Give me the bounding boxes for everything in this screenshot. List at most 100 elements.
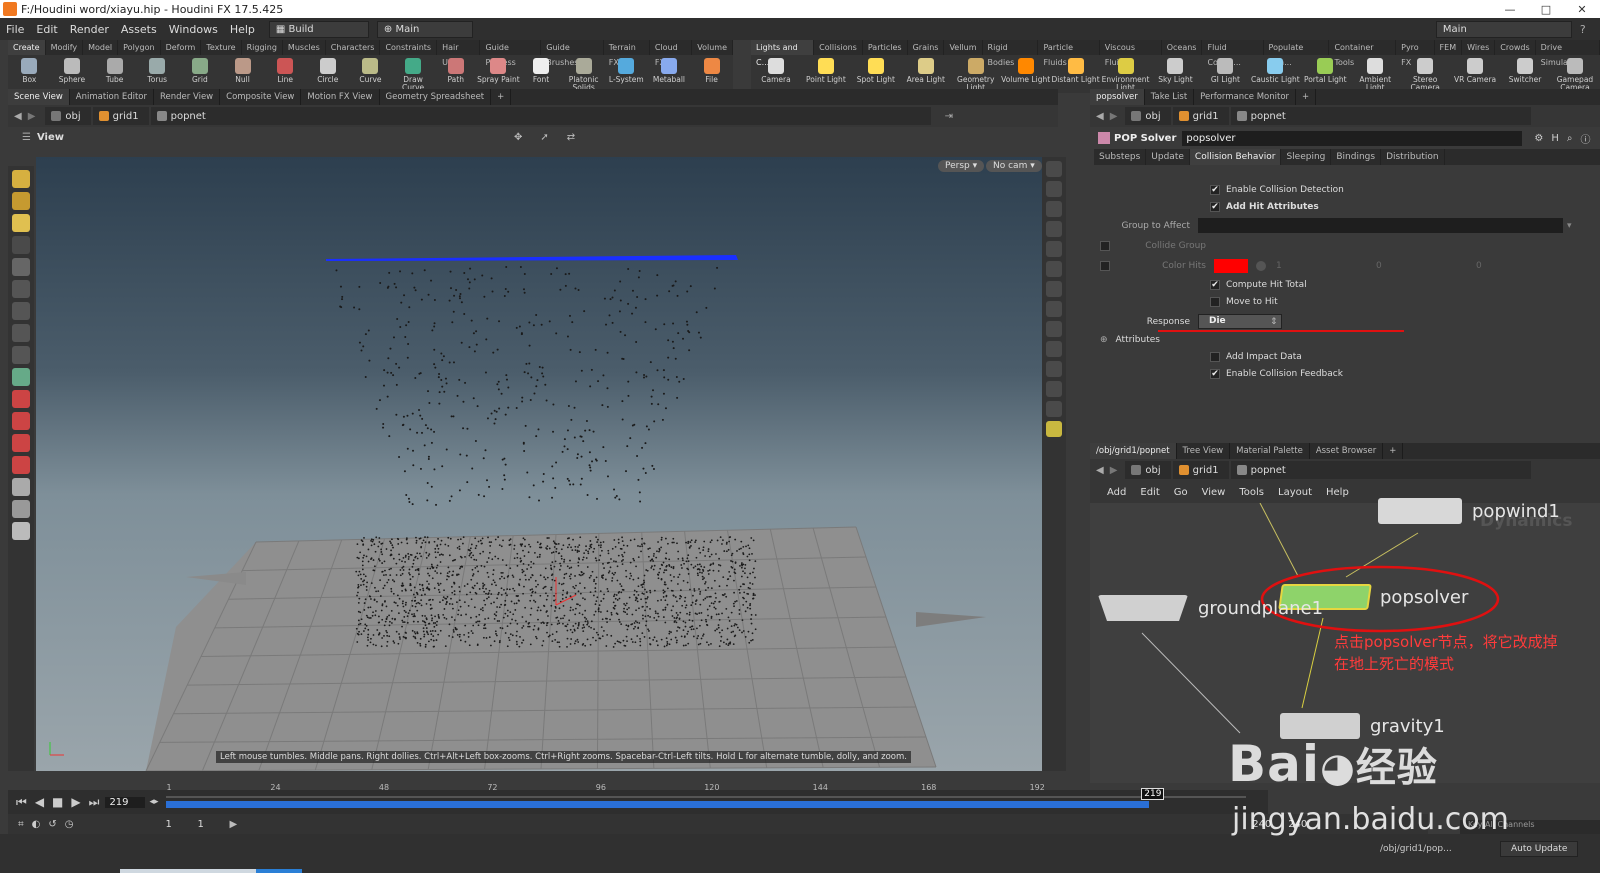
- desktop-dropdown[interactable]: ▦ Build: [268, 20, 369, 38]
- go-end-icon[interactable]: ⏭: [89, 795, 100, 810]
- add-tab-icon[interactable]: +: [1296, 89, 1317, 105]
- shelf-tab-pyro-fx[interactable]: Pyro FX: [1396, 40, 1435, 67]
- shelf-tab-guide-brushes[interactable]: Guide Brushes: [541, 40, 604, 67]
- net-back-icon[interactable]: ◀: [1096, 465, 1104, 476]
- snap-point-icon[interactable]: [12, 324, 30, 342]
- pane-tab-motion-fx-view[interactable]: Motion FX View: [301, 89, 380, 105]
- color-hits-checkbox[interactable]: [1100, 260, 1110, 271]
- main-dropdown[interactable]: ⊕ Main: [376, 20, 473, 38]
- audio-icon[interactable]: ◐: [32, 819, 41, 830]
- group-field[interactable]: [1198, 218, 1563, 233]
- add-tab-icon[interactable]: +: [491, 89, 512, 105]
- color-b-field[interactable]: 0: [1476, 261, 1576, 271]
- pane-tab-animation-editor[interactable]: Animation Editor: [70, 89, 154, 105]
- tool-line[interactable]: Line: [264, 55, 307, 84]
- param-crumb-obj[interactable]: obj: [1125, 107, 1171, 125]
- lock-icon[interactable]: [12, 258, 30, 276]
- pane-tab-render-view[interactable]: Render View: [154, 89, 221, 105]
- compute-hit-row[interactable]: ✔ Compute Hit Total: [1210, 276, 1307, 293]
- tool-geometry-light[interactable]: Geometry Light: [951, 55, 1001, 92]
- loop-icon[interactable]: ↺: [48, 819, 56, 830]
- shelf-tab-modify[interactable]: Modify: [46, 40, 84, 55]
- shelf-tab-deform[interactable]: Deform: [161, 40, 202, 55]
- select-tool-icon[interactable]: ✥: [514, 132, 522, 143]
- compute-hit-checkbox[interactable]: ✔: [1210, 279, 1220, 290]
- gear-icon[interactable]: ⚙: [1534, 133, 1543, 144]
- tool-spot-light[interactable]: Spot Light: [851, 55, 901, 84]
- tool-spray-paint[interactable]: Spray Paint: [477, 55, 520, 84]
- camera-menu[interactable]: No cam ▾: [986, 160, 1042, 172]
- crumb-popnet[interactable]: popnet: [150, 107, 931, 125]
- pane-tab-tree-view[interactable]: Tree View: [1177, 443, 1231, 459]
- pane-tab-popsolver[interactable]: popsolver: [1090, 89, 1145, 105]
- net-crumb-obj[interactable]: obj: [1125, 461, 1171, 479]
- tool-circle[interactable]: Circle: [306, 55, 349, 84]
- layout-icon[interactable]: [1046, 421, 1062, 437]
- shelf-tab-particles[interactable]: Particles: [863, 40, 908, 55]
- tool-draw-curve[interactable]: Draw Curve: [392, 55, 435, 92]
- subtab-distribution[interactable]: Distribution: [1381, 149, 1445, 165]
- stop-icon[interactable]: ■: [52, 795, 63, 809]
- tool-caustic-light[interactable]: Caustic Light: [1250, 55, 1300, 84]
- attributes-folder[interactable]: ⊕ Attributes: [1100, 331, 1160, 348]
- auto-update-button[interactable]: Auto Update: [1500, 841, 1579, 857]
- enable-feedback-checkbox[interactable]: ✔: [1210, 368, 1220, 379]
- shelf-tab-populate-con[interactable]: Populate Con...: [1264, 40, 1330, 67]
- menu-windows[interactable]: Windows: [163, 23, 224, 36]
- tool-tube[interactable]: Tube: [93, 55, 136, 84]
- subtab-substeps[interactable]: Substeps: [1094, 149, 1147, 165]
- pane-tab-material-palette[interactable]: Material Palette: [1230, 443, 1310, 459]
- shelf-tab-guide-process[interactable]: Guide Process: [480, 40, 542, 67]
- tool-ambient-light[interactable]: Ambient Light: [1350, 55, 1400, 92]
- color-r-field[interactable]: 1: [1276, 261, 1376, 271]
- add-impact-row[interactable]: Add Impact Data: [1210, 348, 1302, 365]
- snap-multi-icon[interactable]: [12, 346, 30, 364]
- tool-null[interactable]: Null: [221, 55, 264, 84]
- shelf-tab-lights-and-c[interactable]: Lights and C...: [751, 40, 815, 67]
- shelf-tab-wires[interactable]: Wires: [1462, 40, 1496, 55]
- menu-render[interactable]: Render: [64, 23, 115, 36]
- shelf-tab-rigid-bodies[interactable]: Rigid Bodies: [983, 40, 1039, 67]
- shelf-tab-constraints[interactable]: Constraints: [380, 40, 438, 55]
- back-arrow-icon[interactable]: ◀: [14, 111, 22, 122]
- snap-grid-icon[interactable]: [12, 302, 30, 320]
- step-arrows-icon[interactable]: ◂▸: [149, 797, 158, 807]
- tool-font[interactable]: Font: [520, 55, 563, 84]
- timeline-bar[interactable]: 1 24 48 72 96 120 144 168 192 219: [166, 783, 1247, 812]
- shelf-tab-rigging[interactable]: Rigging: [242, 40, 283, 55]
- safe-area-icon[interactable]: [1046, 381, 1062, 397]
- subtab-bindings[interactable]: Bindings: [1331, 149, 1382, 165]
- shelf-tab-polygon[interactable]: Polygon: [118, 40, 161, 55]
- tool-volume-light[interactable]: Volume Light: [1001, 55, 1051, 84]
- go-start-icon[interactable]: ⏮: [16, 795, 27, 810]
- tool-file[interactable]: File: [690, 55, 733, 84]
- param-back-icon[interactable]: ◀: [1096, 111, 1104, 122]
- pane-tab-composite-view[interactable]: Composite View: [220, 89, 302, 105]
- net-menu-edit[interactable]: Edit: [1133, 487, 1166, 498]
- groundplane-node-body[interactable]: [1098, 595, 1188, 621]
- popwind-node[interactable]: popwind1: [1378, 498, 1560, 524]
- shelf-tab-viscous-fluids[interactable]: Viscous Fluids: [1100, 40, 1162, 67]
- shelf-tab-oceans[interactable]: Oceans: [1162, 40, 1203, 55]
- shelf-tab-fem[interactable]: FEM: [1435, 40, 1463, 55]
- groundplane-node[interactable]: groundplane1: [1098, 595, 1323, 621]
- shelf-tab-muscles[interactable]: Muscles: [283, 40, 326, 55]
- range-start2-field[interactable]: 1: [198, 819, 230, 830]
- tool-path[interactable]: Path: [434, 55, 477, 84]
- crumb-grid1[interactable]: grid1: [92, 107, 149, 125]
- info-icon[interactable]: ⓘ: [1580, 131, 1590, 146]
- search-icon[interactable]: ⌕: [1567, 133, 1573, 144]
- net-menu-tools[interactable]: Tools: [1232, 487, 1271, 498]
- shelf-tab-texture[interactable]: Texture: [201, 40, 242, 55]
- tool-l-system[interactable]: L-System: [605, 55, 648, 84]
- param-crumb-popnet[interactable]: popnet: [1230, 107, 1531, 125]
- popwind-node-body[interactable]: [1378, 498, 1462, 524]
- light-tool-icon[interactable]: [12, 500, 30, 518]
- info-icon[interactable]: [1046, 401, 1062, 417]
- brush-tool-icon[interactable]: [12, 214, 30, 232]
- translate-tool-icon[interactable]: [12, 368, 30, 386]
- net-menu-add[interactable]: Add: [1100, 487, 1133, 498]
- crumb-obj[interactable]: obj: [45, 107, 91, 125]
- maximize-button[interactable]: □: [1528, 3, 1564, 16]
- tool-curve[interactable]: Curve: [349, 55, 392, 84]
